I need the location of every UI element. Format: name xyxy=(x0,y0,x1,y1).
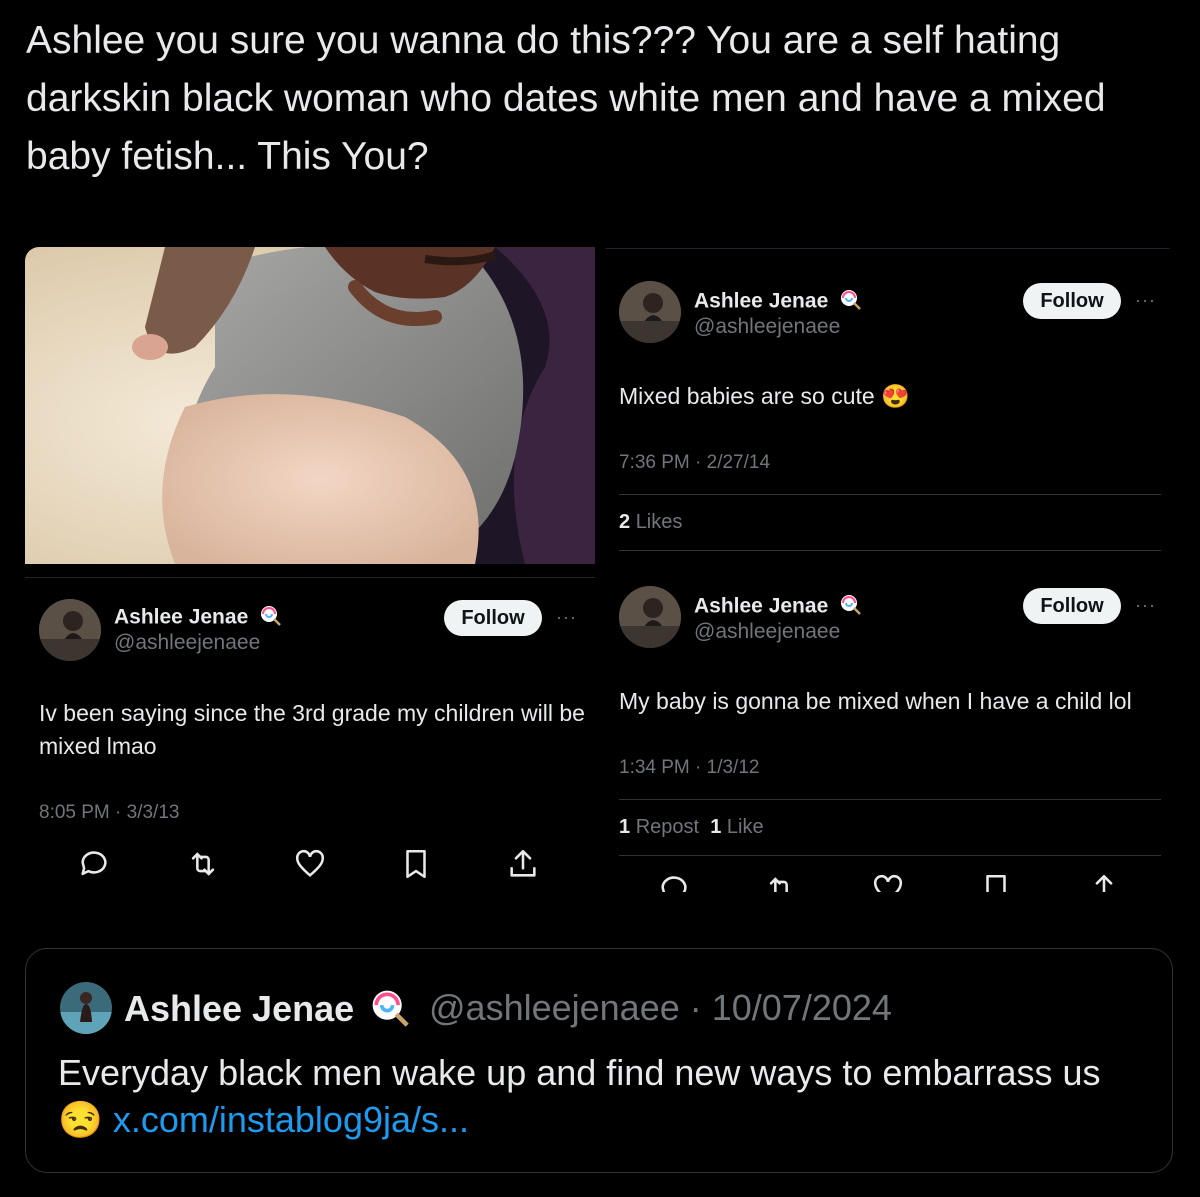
card-divider xyxy=(25,577,595,578)
avatar[interactable] xyxy=(39,599,101,661)
avatar[interactable] xyxy=(619,586,681,648)
timestamp[interactable]: 7:36 PM · 2/27/14 xyxy=(619,452,770,474)
repost-icon[interactable] xyxy=(186,847,220,881)
screenshot-tweet-card: Ashlee Jenae @ashleejenaee Follow ··· My… xyxy=(605,562,1170,892)
bookmark-icon[interactable] xyxy=(399,847,433,881)
lollipop-icon xyxy=(839,593,861,621)
engagement-stats[interactable]: 1 Repost 1 Like xyxy=(619,816,764,839)
user-handle-date[interactable]: @ashleejenaee · 10/07/2024 xyxy=(429,987,892,1029)
attached-photo[interactable] xyxy=(25,247,595,564)
share-icon[interactable] xyxy=(506,847,540,881)
likes-count: 2 xyxy=(619,511,631,533)
divider xyxy=(619,799,1161,800)
lollipop-icon xyxy=(259,604,281,632)
more-icon[interactable]: ··· xyxy=(1135,290,1156,311)
more-icon[interactable]: ··· xyxy=(556,607,577,628)
display-name-text: Ashlee Jenae xyxy=(114,605,249,629)
timestamp[interactable]: 1:34 PM · 1/3/12 xyxy=(619,757,759,779)
avatar[interactable] xyxy=(619,281,681,343)
display-name[interactable]: Ashlee Jenae xyxy=(114,604,281,632)
user-handle[interactable]: @ashleejenaee xyxy=(114,631,260,655)
divider xyxy=(619,550,1161,551)
display-name-text: Ashlee Jenae xyxy=(694,289,829,313)
quoted-tweet[interactable]: Ashlee Jenae @ashleejenaee · 10/07/2024 … xyxy=(25,948,1173,1173)
reposts-label: Repost xyxy=(635,816,700,838)
user-handle[interactable]: @ashleejenaee xyxy=(694,315,840,339)
lollipop-icon xyxy=(369,987,409,1036)
reply-icon[interactable] xyxy=(657,872,691,892)
bookmark-icon[interactable] xyxy=(979,872,1013,892)
screenshot-tweet-card: Ashlee Jenae @ashleejenaee Follow ··· Mi… xyxy=(605,248,1170,558)
lollipop-icon xyxy=(839,288,861,316)
likes-label: Like xyxy=(726,816,764,838)
screenshot-tweet-text: Iv been saying since the 3rd grade my ch… xyxy=(39,700,585,759)
user-handle[interactable]: @ashleejenaee xyxy=(694,620,840,644)
share-icon[interactable] xyxy=(1087,872,1121,892)
card-divider xyxy=(605,248,1170,249)
likes-stat[interactable]: 2 Likes xyxy=(619,511,682,534)
like-icon[interactable] xyxy=(293,847,327,881)
display-name-text: Ashlee Jenae xyxy=(694,594,829,618)
likes-count: 1 xyxy=(710,816,722,838)
follow-button[interactable]: Follow xyxy=(1023,588,1121,624)
display-name[interactable]: Ashlee Jenae xyxy=(124,987,409,1036)
unamused-emoji: 😒 xyxy=(58,1099,103,1140)
screenshot-tweet-text: My baby is gonna be mixed when I have a … xyxy=(619,688,1132,714)
repost-icon[interactable] xyxy=(764,872,798,892)
display-name-text: Ashlee Jenae xyxy=(124,988,355,1030)
divider xyxy=(619,855,1161,856)
quoted-body: Everyday black men wake up and find new … xyxy=(58,1052,1101,1093)
tweet-text: Ashlee you sure you wanna do this??? You… xyxy=(26,19,1106,178)
more-icon[interactable]: ··· xyxy=(1135,595,1156,616)
follow-button[interactable]: Follow xyxy=(444,600,542,636)
timestamp[interactable]: 8:05 PM · 3/3/13 xyxy=(39,802,179,824)
screenshot-tweet-card: Ashlee Jenae @ashleejenaee Follow ··· Iv… xyxy=(25,577,595,907)
display-name[interactable]: Ashlee Jenae xyxy=(694,593,861,621)
divider xyxy=(619,494,1161,495)
reply-icon[interactable] xyxy=(77,847,111,881)
quoted-tweet-text: Everyday black men wake up and find new … xyxy=(58,1049,1158,1143)
reposts-count: 1 xyxy=(619,816,631,838)
avatar[interactable] xyxy=(60,982,112,1034)
like-icon[interactable] xyxy=(871,872,905,892)
quoted-link[interactable]: x.com/instablog9ja/s... xyxy=(113,1099,469,1140)
heart-eyes-emoji: 😍 xyxy=(881,383,910,409)
follow-button[interactable]: Follow xyxy=(1023,283,1121,319)
display-name[interactable]: Ashlee Jenae xyxy=(694,288,861,316)
screenshot-tweet-text: Mixed babies are so cute 😍 xyxy=(619,380,1159,413)
likes-label: Likes xyxy=(635,511,683,533)
tweet-body: Mixed babies are so cute xyxy=(619,383,875,409)
